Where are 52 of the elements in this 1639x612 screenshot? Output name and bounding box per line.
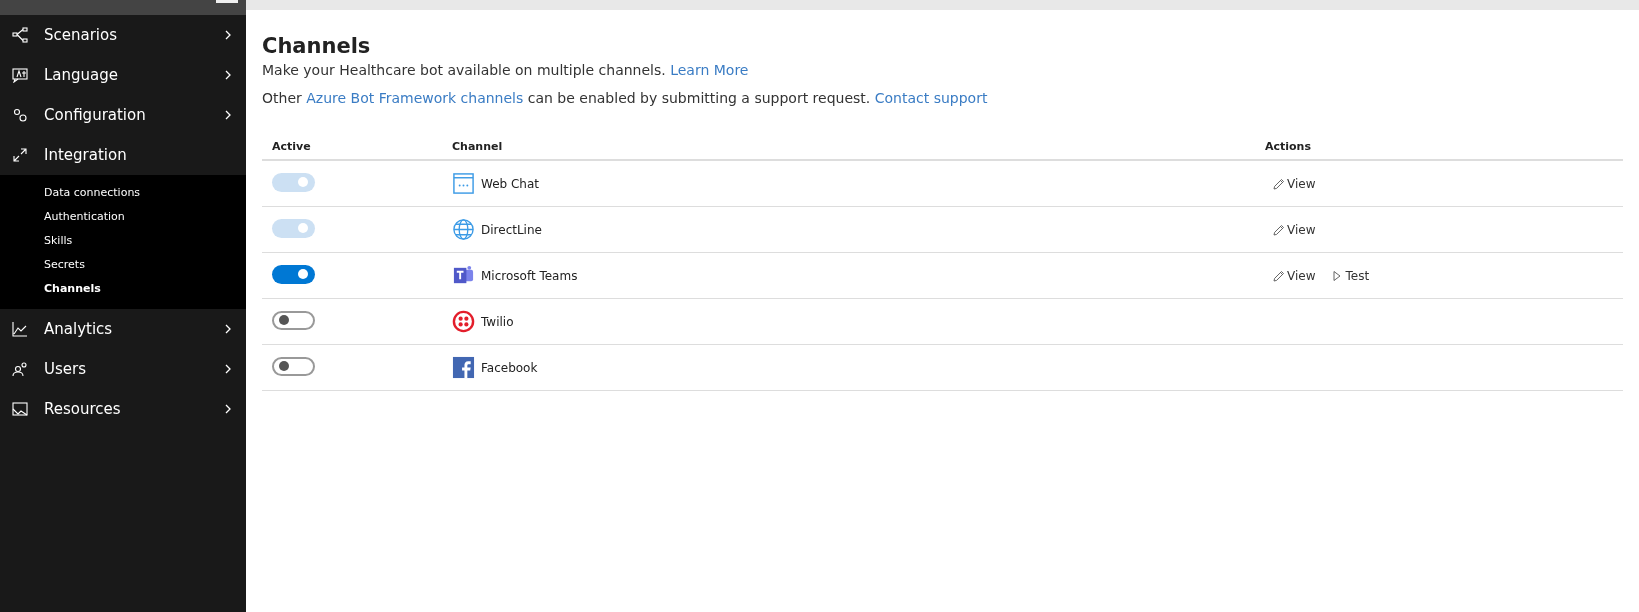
toggle-switch[interactable]	[272, 310, 315, 330]
channel-name: Web Chat	[481, 176, 540, 191]
link[interactable]: Learn More	[670, 62, 749, 78]
chevron-right-icon	[224, 110, 232, 120]
column-header: Channel	[452, 140, 504, 153]
nav-item[interactable]: Configuration	[0, 95, 246, 135]
chevron-right-icon	[224, 364, 232, 374]
scenarios-icon	[12, 27, 28, 43]
toggle-switch[interactable]	[272, 356, 315, 376]
channel-name: Microsoft Teams	[481, 268, 578, 283]
pencil-icon	[1273, 223, 1285, 236]
link[interactable]: Contact support	[874, 90, 988, 106]
facebook-icon	[452, 356, 475, 379]
configuration-icon	[12, 107, 28, 123]
users-icon	[12, 361, 28, 377]
nav-item[interactable]: Language	[0, 55, 246, 95]
submenu-item[interactable]: Authentication	[0, 205, 246, 229]
submenu-item[interactable]: Data connections	[0, 181, 246, 205]
twilio-icon	[452, 310, 475, 333]
description-text: Make your Healthcare bot available on multiple channels.	[262, 62, 666, 78]
nav-item[interactable]: Analytics	[0, 309, 246, 349]
language-icon	[12, 67, 28, 83]
description-text: can be enabled by submitting a support request.	[527, 90, 871, 106]
channel-name: Facebook	[481, 360, 538, 375]
globe-icon	[452, 218, 475, 241]
column-header: Active	[271, 140, 312, 153]
chevron-right-icon	[224, 324, 232, 334]
nav-item[interactable]: Users	[0, 349, 246, 389]
analytics-icon	[12, 321, 28, 337]
submenu-item[interactable]: Skills	[0, 229, 246, 253]
toggle-switch[interactable]	[272, 264, 315, 284]
nav-item[interactable]: Scenarios	[0, 15, 246, 55]
resources-icon	[12, 401, 28, 417]
link[interactable]: Azure Bot Framework channels	[306, 90, 524, 106]
pencil-icon	[1273, 269, 1285, 282]
page-title: Channels	[262, 34, 372, 58]
nav-item[interactable]: Integration	[0, 135, 246, 175]
channel-name: DirectLine	[481, 222, 542, 237]
chevron-right-icon	[224, 404, 232, 414]
submenu-item[interactable]: Channels	[0, 277, 246, 301]
column-header: Actions	[1264, 140, 1312, 153]
chevron-right-icon	[224, 30, 232, 40]
view-link[interactable]: View	[1273, 268, 1316, 283]
pencil-icon	[1273, 177, 1285, 190]
test-link[interactable]: Test	[1331, 268, 1370, 283]
chevron-right-icon	[224, 70, 232, 80]
submenu-item[interactable]: Secrets	[0, 253, 246, 277]
channel-name: Twilio	[481, 314, 514, 329]
nav-item[interactable]: Resources	[0, 389, 246, 429]
description-text: Other	[262, 90, 302, 106]
chat-window-icon	[452, 172, 475, 195]
integration-icon	[12, 147, 28, 163]
